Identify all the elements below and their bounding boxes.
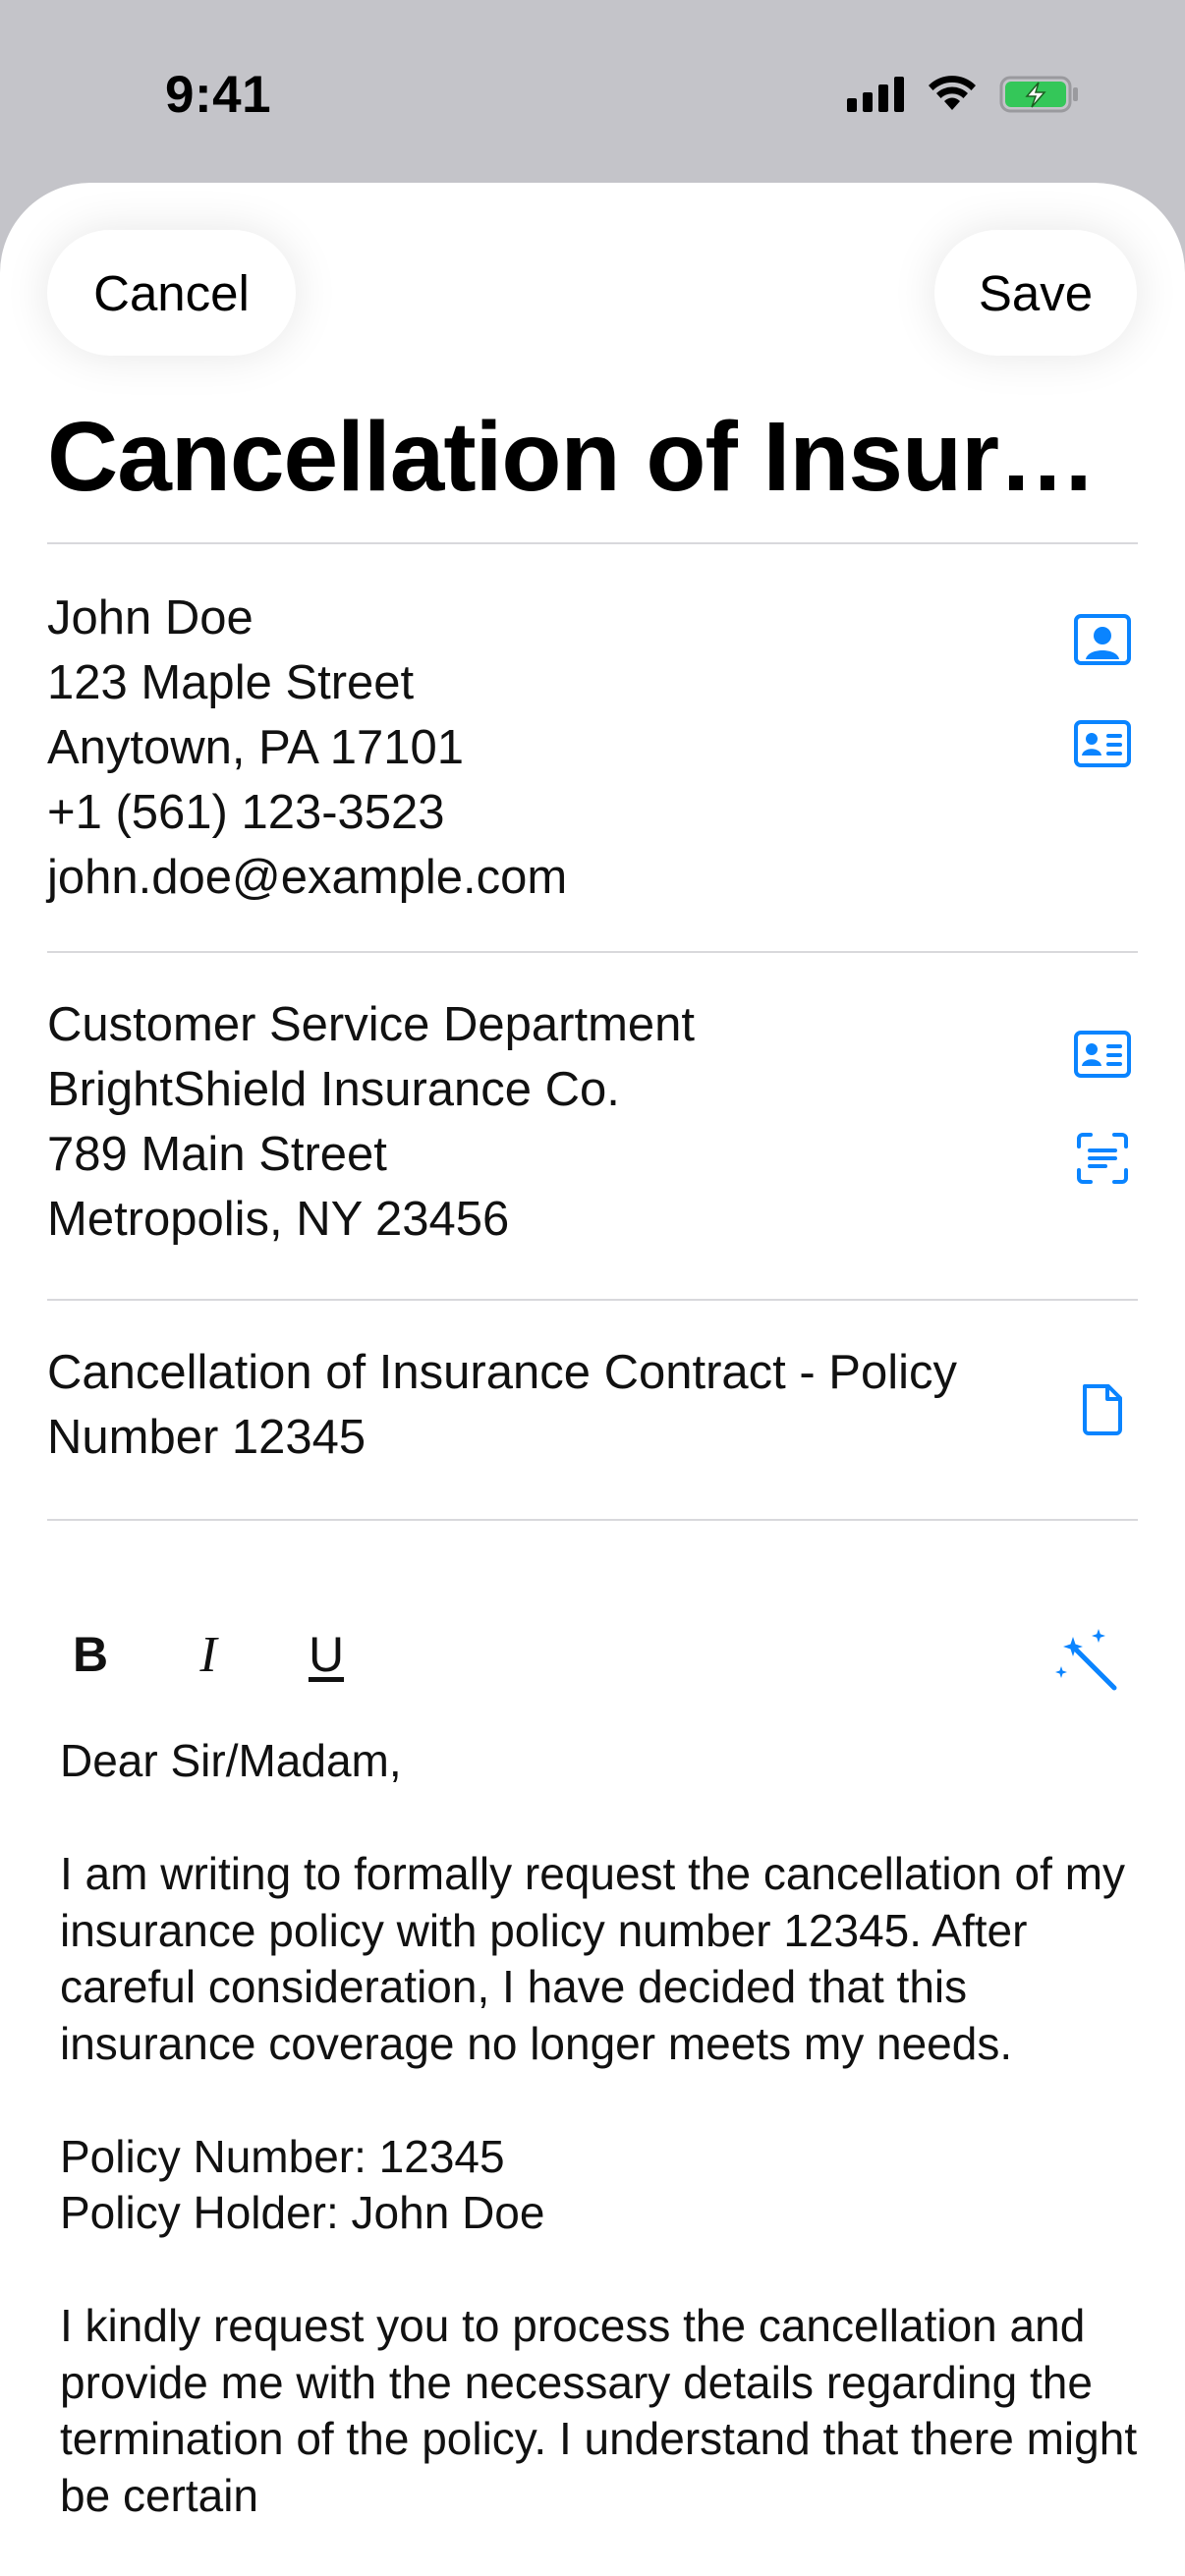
magic-wand-icon[interactable] xyxy=(1053,1627,1122,1696)
body-paragraph: I kindly request you to process the canc… xyxy=(60,2300,1138,2521)
subject-line: Cancellation of Insurance Contract - Pol… xyxy=(47,1346,957,1399)
sender-line: +1 (561) 123-3523 xyxy=(47,786,445,839)
status-bar: 9:41 xyxy=(0,0,1185,187)
sender-line: Anytown, PA 17101 xyxy=(47,721,465,774)
sender-address[interactable]: John Doe 123 Maple Street Anytown, PA 17… xyxy=(47,586,567,910)
battery-charging-icon xyxy=(999,76,1078,113)
document-icon[interactable] xyxy=(1070,1377,1135,1442)
body-policy-number: Policy Number: 12345 xyxy=(60,2130,505,2182)
contact-card-icon[interactable] xyxy=(1070,1022,1135,1087)
sender-line: john.doe@example.com xyxy=(47,851,568,904)
body-greeting: Dear Sir/Madam, xyxy=(60,1735,402,1786)
cellular-signal-icon xyxy=(847,77,904,112)
save-button[interactable]: Save xyxy=(934,230,1137,356)
recipient-line: BrightShield Insurance Co. xyxy=(47,1063,620,1116)
contact-card-icon[interactable] xyxy=(1070,711,1135,776)
divider xyxy=(47,1299,1138,1301)
divider xyxy=(47,1519,1138,1521)
italic-button[interactable]: I xyxy=(169,1615,248,1694)
sender-line: John Doe xyxy=(47,591,254,644)
recipient-line: Customer Service Department xyxy=(47,998,696,1051)
cancel-button[interactable]: Cancel xyxy=(47,230,296,356)
recipient-line: Metropolis, NY 23456 xyxy=(47,1193,510,1246)
status-icons xyxy=(847,71,1083,120)
body-paragraph: I am writing to formally request the can… xyxy=(60,1848,1126,2069)
body-policy-holder: Policy Holder: John Doe xyxy=(60,2187,545,2238)
bold-button[interactable]: B xyxy=(51,1615,130,1694)
subject-field[interactable]: Cancellation of Insurance Contract - Pol… xyxy=(47,1340,957,1470)
scan-text-icon[interactable] xyxy=(1070,1126,1135,1191)
underline-button[interactable]: U xyxy=(287,1615,366,1694)
person-square-icon[interactable] xyxy=(1070,607,1135,672)
divider xyxy=(47,542,1138,544)
subject-line: Number 12345 xyxy=(47,1411,367,1464)
compose-sheet: Cancel Save Cancellation of Insurance Co… xyxy=(0,183,1185,2576)
status-time: 9:41 xyxy=(165,66,272,124)
divider xyxy=(47,951,1138,953)
sender-line: 123 Maple Street xyxy=(47,656,415,709)
document-title[interactable]: Cancellation of Insurance Contract xyxy=(47,401,1108,514)
letter-body[interactable]: Dear Sir/Madam, I am writing to formally… xyxy=(60,1733,1151,2576)
recipient-line: 789 Main Street xyxy=(47,1128,387,1181)
wifi-icon xyxy=(929,76,976,110)
recipient-address[interactable]: Customer Service Department BrightShield… xyxy=(47,992,695,1252)
